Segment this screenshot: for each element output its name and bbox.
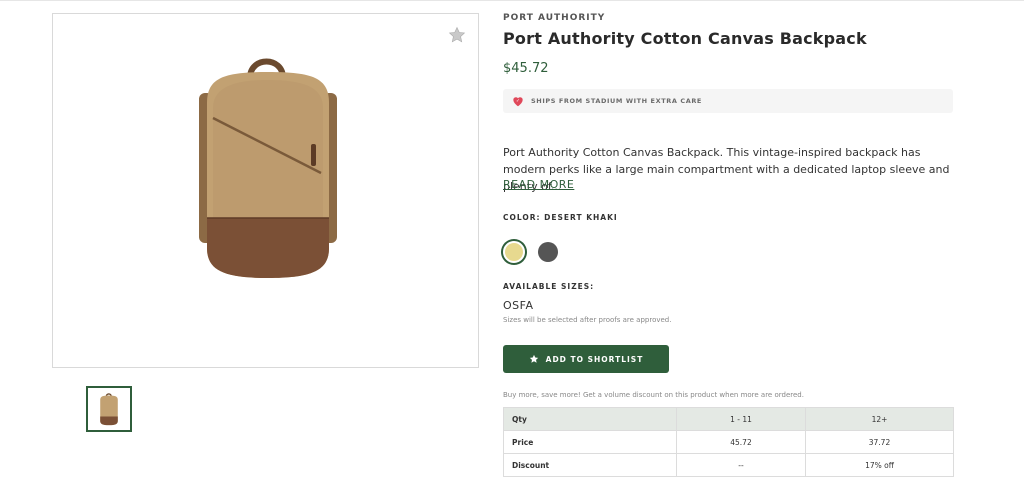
table-cell: -- [676, 453, 806, 477]
bulk-discount-note: Buy more, save more! Get a volume discou… [503, 391, 804, 399]
product-thumbnail[interactable] [86, 386, 132, 432]
color-swatch-desert-khaki[interactable] [503, 241, 525, 263]
table-cell: Qty [503, 407, 677, 431]
svg-text:✓: ✓ [516, 99, 520, 104]
product-main-image[interactable] [52, 13, 479, 368]
table-cell: Price [503, 430, 677, 454]
table-header-row: Qty 1 - 11 12+ [503, 407, 954, 431]
table-cell: Discount [503, 453, 677, 477]
table-row: Price 45.72 37.72 [503, 430, 954, 454]
product-price: $45.72 [503, 61, 549, 76]
table-cell: 17% off [805, 453, 954, 477]
read-more-link[interactable]: READ MORE [503, 178, 574, 191]
table-cell: 45.72 [676, 430, 806, 454]
star-icon [529, 354, 538, 363]
table-cell: 12+ [805, 407, 954, 431]
backpack-image [199, 58, 337, 278]
star-icon[interactable] [448, 26, 466, 44]
volume-pricing-table: Qty 1 - 11 12+ Price 45.72 37.72 Discoun… [503, 407, 954, 477]
table-cell: 1 - 11 [676, 407, 806, 431]
top-divider [0, 0, 1024, 1]
product-title: Port Authority Cotton Canvas Backpack [503, 29, 867, 48]
size-value: OSFA [503, 299, 534, 312]
shipping-banner-text: SHIPS FROM STADIUM WITH EXTRA CARE [531, 97, 702, 105]
heart-icon: ✓ [513, 97, 523, 107]
size-note: Sizes will be selected after proofs are … [503, 316, 672, 324]
table-cell: 37.72 [805, 430, 954, 454]
color-swatch-grey[interactable] [538, 242, 558, 262]
sizes-label: AVAILABLE SIZES: [503, 282, 595, 291]
add-to-shortlist-button[interactable]: ADD TO SHORTLIST [503, 345, 669, 373]
table-row: Discount -- 17% off [503, 453, 954, 477]
add-to-shortlist-label: ADD TO SHORTLIST [545, 354, 644, 364]
shipping-banner: ✓ SHIPS FROM STADIUM WITH EXTRA CARE [503, 89, 953, 113]
color-label: COLOR: DESERT KHAKI [503, 213, 618, 222]
backpack-thumbnail-image [100, 393, 118, 426]
product-brand: PORT AUTHORITY [503, 13, 606, 23]
